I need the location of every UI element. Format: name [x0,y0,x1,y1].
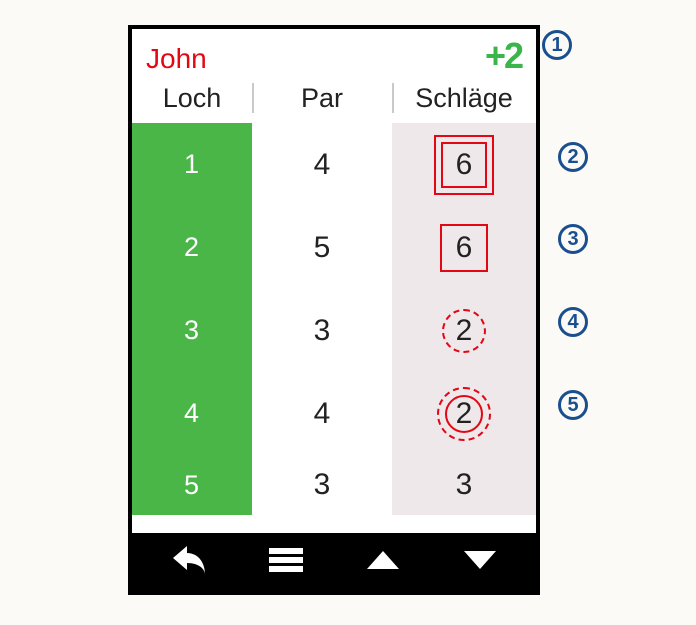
stroke-value: 2 [438,305,490,357]
bottom-bar [132,533,536,591]
scorecard-table: 1 4 6 2 5 6 3 3 2 4 4 2 [132,123,536,533]
cell-par: 4 [252,397,392,431]
cell-par: 4 [252,148,392,182]
cell-strokes[interactable]: 3 [392,455,536,515]
cell-strokes[interactable]: 2 [392,372,536,455]
callout-4: 4 [558,307,588,337]
stroke-value: 3 [438,459,490,511]
cell-hole: 5 [132,455,252,515]
callout-5: 5 [558,390,588,420]
arrow-up-icon[interactable] [363,546,403,579]
arrow-down-icon[interactable] [460,546,500,579]
stroke-value: 6 [438,222,490,274]
scorecard-header: John +2 [132,29,536,73]
col-header-par: Par [252,73,392,123]
player-name: John [146,43,207,75]
callout-2: 2 [558,142,588,172]
table-row[interactable]: 2 5 6 [132,206,536,289]
table-row[interactable]: 1 4 6 [132,123,536,206]
table-row[interactable]: 5 3 3 [132,455,536,515]
cell-hole: 3 [132,289,252,372]
column-headers: Loch Par Schläge [132,73,536,123]
cell-strokes[interactable]: 2 [392,289,536,372]
cell-par: 3 [252,468,392,502]
cell-hole: 4 [132,372,252,455]
col-header-strokes: Schläge [392,73,536,123]
stroke-value: 2 [438,388,490,440]
score-delta: +2 [485,35,522,77]
col-header-hole: Loch [132,73,252,123]
scorecard-screen: John +2 Loch Par Schläge 1 4 6 2 5 6 3 3… [128,25,540,595]
cell-hole: 1 [132,123,252,206]
cell-strokes[interactable]: 6 [392,123,536,206]
cell-par: 5 [252,231,392,265]
back-icon[interactable] [169,543,209,582]
table-row[interactable]: 4 4 2 [132,372,536,455]
cell-par: 3 [252,314,392,348]
menu-icon[interactable] [266,545,306,580]
table-row[interactable]: 3 3 2 [132,289,536,372]
callout-1: 1 [542,30,572,60]
callout-3: 3 [558,224,588,254]
stroke-value: 6 [438,139,490,191]
cell-strokes[interactable]: 6 [392,206,536,289]
cell-hole: 2 [132,206,252,289]
